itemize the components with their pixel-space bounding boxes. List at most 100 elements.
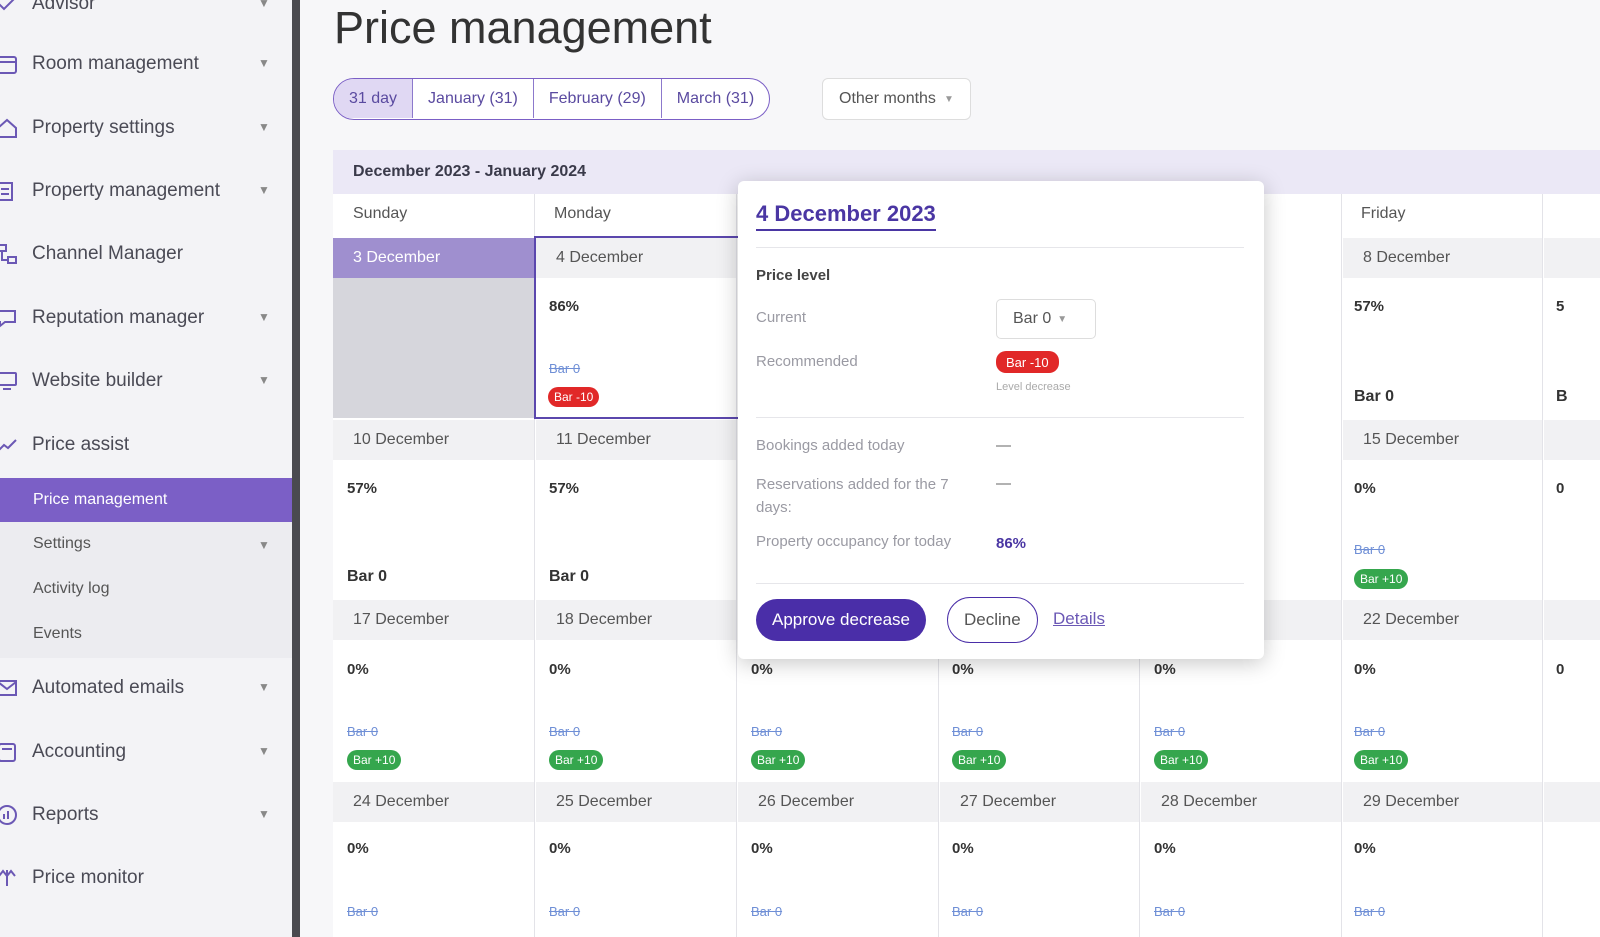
page-title: Price management: [334, 2, 712, 53]
chevron-down-icon: ▼: [258, 183, 270, 197]
previous-bar-level: Bar 0: [1154, 724, 1186, 739]
calendar-range-title: December 2023 - January 2024: [353, 163, 587, 180]
previous-bar-level: Bar 0: [751, 904, 783, 919]
bar-level: Bar 0: [347, 568, 388, 585]
previous-bar-level: Bar 0: [952, 724, 984, 739]
sidebar-subitem-events[interactable]: Events: [0, 612, 292, 656]
occupancy-label: Property occupancy for today: [756, 533, 952, 550]
chart-icon: [0, 804, 18, 826]
occupancy-value: 0%: [1154, 840, 1176, 857]
sidebar-item-room-management[interactable]: Room management ▼: [0, 44, 292, 84]
decline-button[interactable]: Decline: [947, 597, 1038, 643]
previous-bar-level: Bar 0: [549, 724, 581, 739]
day-header[interactable]: 28 December: [1141, 782, 1341, 822]
chevron-down-icon: ▼: [258, 680, 270, 694]
chevron-down-icon: ▼: [258, 744, 270, 758]
other-months-label: Other months: [839, 90, 936, 107]
day-header[interactable]: 3 December: [333, 238, 534, 278]
chevron-down-icon: ▼: [258, 120, 270, 134]
day-header[interactable]: 18 December: [536, 600, 736, 640]
sidebar-subitem-label: Settings: [33, 535, 91, 552]
past-day-block: [333, 278, 534, 418]
sidebar-subitem-settings[interactable]: Settings ▼: [0, 522, 292, 566]
sidebar-item-label: Price monitor: [32, 867, 144, 888]
sidebar-item-label: Property settings: [32, 117, 175, 138]
chevron-down-icon: ▼: [1057, 313, 1068, 325]
sidebar-item-advisor[interactable]: Advisor ▼: [0, 0, 292, 24]
current-level-select[interactable]: Bar 0 ▼: [996, 299, 1096, 339]
period-tabs: 31 day January (31) February (29) March …: [333, 78, 771, 120]
sidebar-item-label: Website builder: [32, 370, 163, 391]
occupancy-value-partial: 5: [1556, 298, 1565, 315]
sidebar-item-price-assist[interactable]: Price assist: [0, 425, 292, 465]
other-months-dropdown[interactable]: Other months ▼: [822, 78, 971, 120]
home-icon: [0, 117, 18, 139]
previous-bar-level: Bar 0: [347, 904, 379, 919]
bar-level: Bar 0: [1354, 388, 1395, 405]
occupancy-value: 0%: [1354, 661, 1376, 678]
tab-january[interactable]: January (31): [413, 79, 534, 118]
sidebar-item-label: Accounting: [32, 741, 127, 762]
day-header[interactable]: 17 December: [333, 600, 534, 640]
day-header[interactable]: 15 December: [1343, 420, 1542, 460]
sidebar-subitem-activity-log[interactable]: Activity log: [0, 567, 292, 611]
previous-bar-level: Bar 0: [751, 724, 783, 739]
occupancy-value: 0%: [347, 661, 369, 678]
divider: [756, 417, 1244, 418]
day-header-partial[interactable]: [1544, 238, 1600, 278]
sidebar-item-reputation-manager[interactable]: Reputation manager ▼: [0, 298, 292, 338]
price-level-heading: Price level: [756, 267, 831, 284]
sidebar-item-website-builder[interactable]: Website builder ▼: [0, 361, 292, 401]
weekday-header: Friday: [1361, 205, 1406, 222]
day-header[interactable]: 29 December: [1343, 782, 1542, 822]
sidebar-item-price-monitor[interactable]: Price monitor: [0, 858, 292, 898]
day-header[interactable]: 11 December: [536, 420, 736, 460]
day-header[interactable]: 25 December: [536, 782, 736, 822]
tab-february[interactable]: February (29): [534, 79, 662, 118]
day-header[interactable]: 8 December: [1343, 238, 1542, 278]
bar-badge-increase: Bar +10: [549, 750, 604, 770]
bar-badge-increase: Bar +10: [1354, 750, 1409, 770]
details-link[interactable]: Details: [1053, 609, 1105, 629]
day-header-partial[interactable]: [1544, 420, 1600, 460]
divider: [756, 583, 1244, 584]
day-header-partial[interactable]: [1544, 782, 1600, 822]
sidebar-item-reports[interactable]: Reports ▼: [0, 795, 292, 835]
calculator-icon: [0, 741, 18, 763]
day-header[interactable]: 24 December: [333, 782, 534, 822]
bar-level: Bar 0: [549, 568, 590, 585]
previous-bar-level: Bar 0: [1354, 542, 1386, 557]
tab-march[interactable]: March (31): [662, 79, 769, 118]
sidebar-item-property-settings[interactable]: Property settings ▼: [0, 108, 292, 148]
column-divider: [1341, 194, 1342, 937]
sidebar-item-accounting[interactable]: Accounting ▼: [0, 732, 292, 772]
recommended-level-badge: Bar -10: [996, 351, 1059, 373]
sidebar-item-property-management[interactable]: Property management ▼: [0, 171, 292, 211]
bar-badge-increase: Bar +10: [1354, 569, 1409, 589]
tab-31-day[interactable]: 31 day: [334, 79, 414, 118]
previous-bar-level: Bar 0: [1354, 904, 1386, 919]
occupancy-value: 0%: [751, 840, 773, 857]
chevron-down-icon: ▼: [258, 56, 270, 70]
sidebar-subitem-price-management[interactable]: Price management: [0, 478, 292, 522]
divider: [756, 247, 1244, 248]
sidebar-divider[interactable]: [292, 0, 300, 937]
previous-bar-level: Bar 0: [1154, 904, 1186, 919]
current-level-value: Bar 0: [1013, 310, 1052, 327]
day-header-partial[interactable]: [1544, 600, 1600, 640]
day-header[interactable]: 10 December: [333, 420, 534, 460]
day-header[interactable]: 22 December: [1343, 600, 1542, 640]
day-header[interactable]: 27 December: [940, 782, 1139, 822]
approve-decrease-button[interactable]: Approve decrease: [756, 599, 926, 641]
sidebar-item-label: Channel Manager: [32, 243, 184, 264]
sidebar-item-label: Reports: [32, 804, 99, 825]
occupancy-value: 0%: [952, 840, 974, 857]
sidebar-item-channel-manager[interactable]: Channel Manager: [0, 234, 292, 274]
day-header[interactable]: 26 December: [738, 782, 938, 822]
occupancy-value: 0%: [549, 840, 571, 857]
occupancy-today-value: 86%: [996, 535, 1027, 552]
bar-badge-increase: Bar +10: [751, 750, 806, 770]
bookings-value: —: [996, 437, 1011, 454]
occupancy-value-partial: 0: [1556, 661, 1565, 678]
sidebar-item-automated-emails[interactable]: Automated emails ▼: [0, 668, 292, 708]
